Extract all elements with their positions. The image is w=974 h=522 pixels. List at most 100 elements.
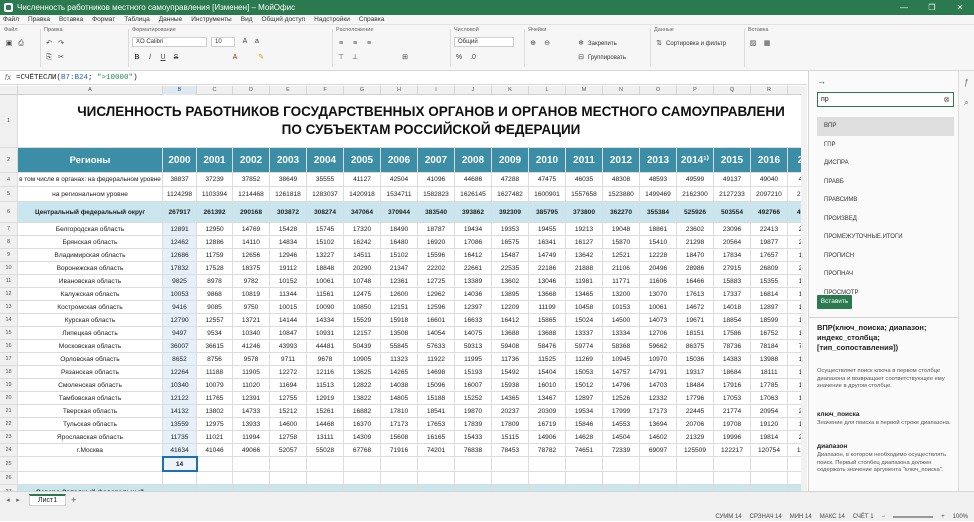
data-cell[interactable]: 58476 [529, 340, 566, 352]
data-cell[interactable]: 12557 [197, 314, 233, 326]
data-cell[interactable]: 12228 [640, 249, 677, 261]
data-cell[interactable]: 12264 [163, 366, 197, 378]
function-list-item[interactable]: ПРОПНАЧ [817, 265, 954, 284]
data-cell[interactable]: 78184 [751, 340, 788, 352]
data-cell[interactable]: 9782 [233, 275, 270, 287]
data-cell[interactable]: 49599 [677, 173, 714, 186]
data-cell[interactable]: 16719 [529, 418, 566, 430]
data-cell[interactable]: 12725 [418, 275, 455, 287]
data-cell[interactable]: 17809 [492, 418, 529, 430]
data-cell[interactable]: 13688 [529, 327, 566, 339]
data-cell[interactable]: 19213 [566, 223, 603, 235]
data-cell[interactable]: 19434 [455, 223, 492, 235]
data-cell[interactable]: 10061 [307, 275, 344, 287]
data-cell[interactable]: 14 [162, 456, 198, 472]
data-cell[interactable]: 13111 [307, 431, 344, 443]
data-cell[interactable] [566, 472, 603, 484]
data-cell[interactable]: 14703 [640, 379, 677, 391]
data-cell[interactable]: 10090 [307, 301, 344, 313]
data-cell[interactable]: 18599 [751, 314, 788, 326]
data-cell[interactable]: 12975 [197, 418, 233, 430]
data-cell[interactable]: 13467 [529, 392, 566, 404]
data-cell[interactable] [714, 457, 751, 471]
data-cell[interactable]: 10053 [163, 288, 197, 300]
menu-edit[interactable]: Правка [28, 16, 50, 23]
data-cell[interactable]: 15212 [270, 405, 307, 417]
group-button[interactable]: Группировать [588, 53, 626, 63]
menu-data[interactable]: Данные [159, 16, 182, 23]
data-cell[interactable]: 14075 [455, 327, 492, 339]
data-cell[interactable]: 14309 [344, 431, 381, 443]
data-cell[interactable] [603, 457, 640, 471]
data-cell[interactable]: 71916 [381, 444, 418, 456]
menu-insert[interactable]: Вставка [59, 16, 83, 23]
row-header[interactable]: 10 [0, 262, 18, 274]
data-cell[interactable]: 13389 [455, 275, 492, 287]
data-cell[interactable]: 15355 [751, 275, 788, 287]
data-cell[interactable] [381, 472, 418, 484]
data-cell[interactable]: 16370 [344, 418, 381, 430]
data-cell[interactable]: 21888 [566, 262, 603, 274]
data-cell[interactable]: 15883 [714, 275, 751, 287]
freeze-button[interactable]: Закрепить [588, 39, 617, 49]
data-cell[interactable]: 10819 [233, 288, 270, 300]
data-cell[interactable]: 14600 [270, 418, 307, 430]
data-cell[interactable]: 9678 [307, 353, 344, 365]
row-header[interactable]: 20 [0, 392, 18, 404]
region-cell[interactable]: Смоленская область [18, 379, 163, 391]
data-cell[interactable]: 16814 [751, 288, 788, 300]
spreadsheet-grid[interactable]: ABCDEFGHIJKLMNOPQRST 1 ЧИСЛЕННОСТЬ РАБОТН… [0, 86, 807, 491]
data-cell[interactable]: 1420918 [344, 187, 381, 201]
data-cell[interactable]: 22186 [529, 262, 566, 274]
region-cell[interactable]: Владимирская область [18, 249, 163, 261]
data-cell[interactable]: 10850 [344, 301, 381, 313]
data-cell[interactable]: 10015 [270, 301, 307, 313]
data-cell[interactable]: 78782 [529, 444, 566, 456]
data-cell[interactable]: 373800 [566, 202, 603, 222]
data-cell[interactable]: 1124298 [163, 187, 197, 201]
data-cell[interactable]: 21329 [677, 431, 714, 443]
data-cell[interactable]: 15938 [492, 379, 529, 391]
data-cell[interactable]: 9497 [163, 327, 197, 339]
column-header[interactable]: P [677, 86, 714, 95]
data-cell[interactable]: 12686 [163, 249, 197, 261]
merge-cells-icon[interactable]: ⊞ [400, 53, 410, 63]
column-header[interactable]: I [418, 86, 455, 95]
data-cell[interactable]: 19708 [714, 418, 751, 430]
data-cell[interactable]: 1534711 [381, 187, 418, 201]
data-cell[interactable]: 16165 [418, 431, 455, 443]
data-cell[interactable]: 59662 [640, 340, 677, 352]
data-cell[interactable]: 74201 [418, 444, 455, 456]
data-cell[interactable]: 12897 [566, 392, 603, 404]
data-cell[interactable] [714, 472, 751, 484]
data-cell[interactable]: 41246 [233, 340, 270, 352]
formula-bar[interactable]: fx =СЧЁТЕСЛИ(B7:B24; ">10000") [0, 71, 807, 85]
data-cell[interactable]: 12116 [307, 366, 344, 378]
data-cell[interactable]: 8652 [163, 353, 197, 365]
data-cell[interactable]: 19317 [677, 366, 714, 378]
column-header[interactable]: R [751, 86, 788, 95]
data-cell[interactable]: 14602 [640, 431, 677, 443]
data-cell[interactable]: 18375 [233, 262, 270, 274]
data-cell[interactable]: 22535 [492, 262, 529, 274]
data-cell[interactable]: 12526 [603, 392, 640, 404]
data-cell[interactable]: 261392 [197, 202, 233, 222]
data-cell[interactable] [640, 457, 677, 471]
data-cell[interactable]: 14628 [566, 431, 603, 443]
data-cell[interactable]: 15428 [270, 223, 307, 235]
data-cell[interactable]: 14791 [640, 366, 677, 378]
row-header[interactable]: 26 [0, 472, 18, 484]
data-cell[interactable] [163, 472, 197, 484]
freeze-icon[interactable]: ❄ [576, 39, 586, 49]
data-cell[interactable]: 78736 [714, 340, 751, 352]
data-cell[interactable] [492, 457, 529, 471]
font-size-select[interactable]: 10 [211, 37, 235, 47]
sort-filter-button[interactable]: Сортировка и фильтр [666, 39, 726, 49]
region-cell[interactable]: Воронежская область [18, 262, 163, 274]
data-cell[interactable]: 1283037 [307, 187, 344, 201]
number-format-select[interactable]: Общий [454, 37, 514, 47]
percent-icon[interactable]: % [454, 53, 464, 63]
data-cell[interactable]: 9534 [197, 327, 233, 339]
data-cell[interactable]: 16341 [529, 236, 566, 248]
header-cell[interactable]: 2006 [381, 148, 418, 172]
